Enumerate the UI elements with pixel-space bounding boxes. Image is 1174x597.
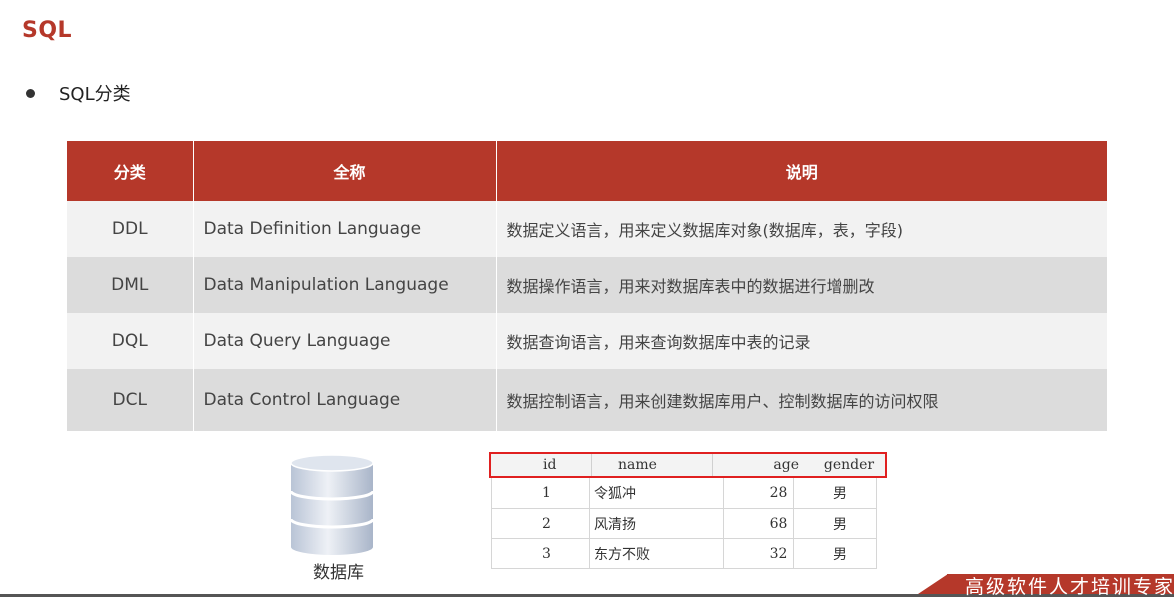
sample-cell-gender: 男 — [833, 516, 847, 533]
database-label: 数据库 — [313, 563, 364, 583]
bullet-text: SQL分类 — [59, 84, 131, 105]
sample-cell-gender: 男 — [833, 486, 847, 502]
sample-header-id: id — [543, 457, 557, 473]
sample-header-gender: gender — [823, 457, 875, 473]
database-icon — [289, 454, 375, 559]
table-row: DCL Data Control Language 数据控制语言，用来创建数据库… — [67, 369, 1107, 431]
sample-data-table: id name age gender 1 令狐冲 28 男 2 风清扬 68 男… — [489, 452, 887, 569]
sql-classification-table: 分类 全称 说明 DDL Data Definition Language 数据… — [67, 141, 1107, 431]
table-row: DDL Data Definition Language 数据定义语言，用来定义… — [67, 201, 1107, 257]
sample-row: 2 风清扬 68 男 — [492, 508, 876, 538]
cell-description: 数据定义语言，用来定义数据库对象(数据库，表，字段) — [496, 201, 1107, 257]
cell-name: Data Definition Language — [193, 201, 497, 257]
sample-cell-id: 3 — [492, 539, 590, 568]
sample-cell-gender: 男 — [833, 546, 847, 563]
cell-description: 数据查询语言，用来查询数据库中表的记录 — [496, 313, 1107, 369]
sample-cell-name: 风清扬 — [590, 509, 724, 538]
cell-description: 数据操作语言，用来对数据库表中的数据进行增删改 — [496, 257, 1107, 313]
cell-code: DDL — [67, 201, 194, 257]
cell-name: Data Manipulation Language — [193, 257, 497, 313]
sample-header-row: id name age gender — [489, 452, 887, 478]
table-header-row: 分类 全称 说明 — [67, 141, 1107, 201]
sample-header-name: name — [618, 457, 657, 473]
sample-row: 1 令狐冲 28 男 — [492, 478, 876, 508]
header-description: 说明 — [496, 141, 1107, 201]
brand-ribbon-corner — [918, 574, 948, 594]
table-row: DML Data Manipulation Language 数据操作语言，用来… — [67, 257, 1107, 313]
sample-cell-id: 2 — [492, 509, 590, 538]
cell-code: DML — [67, 257, 194, 313]
cell-code: DCL — [67, 369, 194, 431]
sample-cell-age: 68 — [724, 509, 794, 538]
cell-description: 数据控制语言，用来创建数据库用户、控制数据库的访问权限 — [496, 369, 1107, 431]
sample-cell-age: 32 — [724, 539, 794, 568]
sample-cell-name: 令狐冲 — [590, 478, 724, 508]
sample-row: 3 东方不败 32 男 — [492, 538, 876, 568]
cell-name: Data Control Language — [193, 369, 497, 431]
header-category: 分类 — [67, 141, 194, 201]
table-row: DQL Data Query Language 数据查询语言，用来查询数据库中表… — [67, 313, 1107, 369]
sample-cell-age: 28 — [724, 478, 794, 508]
bullet-dot — [26, 88, 35, 98]
page-title: SQL — [22, 18, 73, 43]
sample-header-age: age — [773, 457, 799, 473]
header-full-name: 全称 — [193, 141, 497, 201]
brand-slogan: 高级软件人才培训专家 — [965, 576, 1174, 597]
cell-name: Data Query Language — [193, 313, 497, 369]
sample-cell-id: 1 — [492, 478, 590, 508]
bullet-item: SQL分类 — [26, 80, 131, 106]
cell-code: DQL — [67, 313, 194, 369]
sample-cell-name: 东方不败 — [590, 539, 724, 568]
sample-body: 1 令狐冲 28 男 2 风清扬 68 男 3 东方不败 32 男 — [491, 478, 877, 569]
